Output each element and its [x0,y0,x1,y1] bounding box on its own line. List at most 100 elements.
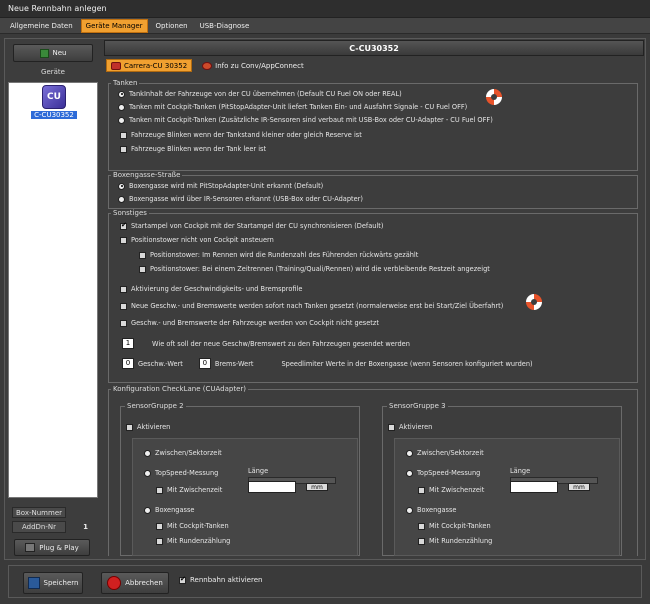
cancel-button[interactable]: Abbrechen [101,572,169,594]
sg3-boxengasse[interactable]: Boxengasse [406,506,456,514]
tab-info-appconnect[interactable]: Info zu Conv/AppConnect [198,59,308,72]
rennbahn-label: Rennbahn aktivieren [190,576,263,584]
radio[interactable] [144,449,151,457]
tanken-legend: Tanken [113,79,138,87]
tab-geraete-manager[interactable]: Geräte Manager [80,18,148,33]
checkbox[interactable] [156,537,163,545]
brems-spinner[interactable]: 0 [198,358,211,369]
checkbox[interactable] [179,575,186,584]
sg2-boxengasse[interactable]: Boxengasse [144,506,194,514]
boxen-opt1[interactable]: Boxengasse wird mit PitStopAdapter-Unit … [118,182,323,190]
checklane-legend: Konfiguration CheckLane (CUAdapter) [113,385,246,393]
cancel-label: Abbrechen [125,579,163,587]
checkbox[interactable] [120,221,127,230]
tanken-opt2[interactable]: Tanken mit Cockpit-Tanken (PitStopAdapte… [118,103,467,111]
device-header: C-CU30352 [104,40,644,56]
device-panel: Neu Geräte CU C-CU30352 Box-Nummer AddDn… [6,40,100,558]
sg2-mit-runden[interactable]: Mit Rundenzählung [156,537,230,545]
sg3-mm-row: mm [510,481,590,493]
sg3-laenge: Länge [510,467,531,475]
sg2-laenge: Länge [248,467,269,475]
checkbox[interactable] [126,423,133,431]
cu-device-icon: CU [42,85,66,109]
checkbox[interactable] [388,423,395,431]
radio[interactable] [118,182,125,190]
box-number-label: Box-Nummer [12,507,66,518]
sonstiges-legend: Sonstiges [113,209,147,217]
sg2-length-input[interactable] [248,481,296,493]
radio[interactable] [406,469,413,477]
radio[interactable] [144,469,151,477]
window-title: Neue Rennbahn anlegen [0,0,650,18]
checkbox[interactable] [120,131,127,139]
tab-allgemeine-daten[interactable]: Allgemeine Daten [6,20,77,32]
tanken-opt3[interactable]: Tanken mit Cockpit-Tanken (Zusätzliche I… [118,116,493,124]
tab-optionen[interactable]: Optionen [152,20,192,32]
boxen-opt2[interactable]: Boxengasse wird über IR-Sensoren erkannt… [118,195,363,203]
checkbox[interactable] [418,522,425,530]
sonst-cb1[interactable]: Startampel von Cockpit mit der Startampe… [120,221,383,230]
checkbox[interactable] [120,319,127,327]
tab-carrera-cu[interactable]: Carrera-CU 30352 [106,59,193,72]
checkbox[interactable] [418,537,425,545]
boxengasse-legend: Boxengasse-Straße [113,171,181,179]
sonst-cb2[interactable]: Positionstower nicht von Cockpit ansteue… [120,236,274,244]
sg3-topspeed[interactable]: TopSpeed-Messung [406,469,480,477]
checkbox[interactable] [156,486,163,494]
sg2-aktivieren[interactable]: Aktivieren [126,423,170,431]
checkbox[interactable] [156,522,163,530]
device-list[interactable]: CU C-CU30352 [8,82,98,498]
settings-scroll-area[interactable]: Tanken TankInhalt der Fahrzeuge von der … [108,76,640,556]
radio[interactable] [118,116,125,124]
radio[interactable] [118,195,125,203]
freq-spinner[interactable]: 1 [122,338,134,349]
mm-unit: mm [568,483,590,491]
checkbox[interactable] [139,251,146,259]
speedlimiter-label: Speedlimiter Werte in der Boxengasse (we… [281,359,533,368]
sonst-cb6[interactable]: Neue Geschw.- und Bremswerte werden sofo… [120,302,503,310]
car-icon [111,61,121,70]
new-device-button[interactable]: Neu [13,44,93,62]
radio[interactable] [144,506,151,514]
device-item[interactable]: CU C-CU30352 [31,85,77,119]
sg3-zwischen[interactable]: Zwischen/Sektorzeit [406,449,484,457]
checkbox[interactable] [139,265,146,273]
checkbox[interactable] [120,302,127,310]
geschw-spinner[interactable]: 0 [122,358,134,369]
checkbox[interactable] [418,486,425,494]
sg2-zwischen[interactable]: Zwischen/Sektorzeit [144,449,222,457]
sg2-mit-zwischen[interactable]: Mit Zwischenzeit [156,486,222,494]
sonst-cb4[interactable]: Positionstower: Bei einem Zeitrennen (Tr… [139,265,490,273]
radio[interactable] [406,449,413,457]
tanken-opt1[interactable]: TankInhalt der Fahrzeuge von der CU über… [118,90,402,98]
sg3-aktivieren[interactable]: Aktivieren [388,423,432,431]
radio[interactable] [118,103,125,111]
lifebuoy-help-icon[interactable] [526,294,542,310]
radio[interactable] [118,90,125,98]
sonst-cb5[interactable]: Aktivierung der Geschwindigkeits- und Br… [120,285,302,293]
tanken-cb2[interactable]: Fahrzeuge Blinken wenn der Tank leer ist [120,145,266,153]
checkbox[interactable] [120,236,127,244]
checkbox[interactable] [120,285,127,293]
sg3-mit-cockpit[interactable]: Mit Cockpit-Tanken [418,522,491,530]
radio[interactable] [406,506,413,514]
new-button-label: Neu [52,49,67,57]
sonst-cb3[interactable]: Positionstower: Im Rennen wird die Runde… [139,251,418,259]
lifebuoy-help-icon[interactable] [486,89,502,105]
sg3-mit-runden[interactable]: Mit Rundenzählung [418,537,492,545]
save-button[interactable]: Speichern [23,572,83,594]
rennbahn-activate[interactable]: Rennbahn aktivieren [179,575,263,584]
sg3-mit-zwischen[interactable]: Mit Zwischenzeit [418,486,484,494]
checkbox[interactable] [120,145,127,153]
sg2-mit-cockpit[interactable]: Mit Cockpit-Tanken [156,522,229,530]
tab-usb-diagnose[interactable]: USB-Diagnose [196,20,254,32]
plug-and-play-button[interactable]: Plug & Play [14,539,90,556]
sg3-length-input[interactable] [510,481,558,493]
sonst-cb7[interactable]: Geschw.- und Bremswerte der Fahrzeuge we… [120,319,379,327]
speed-values-row: 0 Geschw.-Wert 0 Brems-Wert Speedlimiter… [122,358,533,369]
sg2-topspeed[interactable]: TopSpeed-Messung [144,469,218,477]
menu-bar: Allgemeine Daten Geräte Manager Optionen… [0,18,650,34]
tab-info-label: Info zu Conv/AppConnect [215,61,304,70]
devices-header: Geräte [41,68,65,76]
tanken-cb1[interactable]: Fahrzeuge Blinken wenn der Tankstand kle… [120,131,362,139]
